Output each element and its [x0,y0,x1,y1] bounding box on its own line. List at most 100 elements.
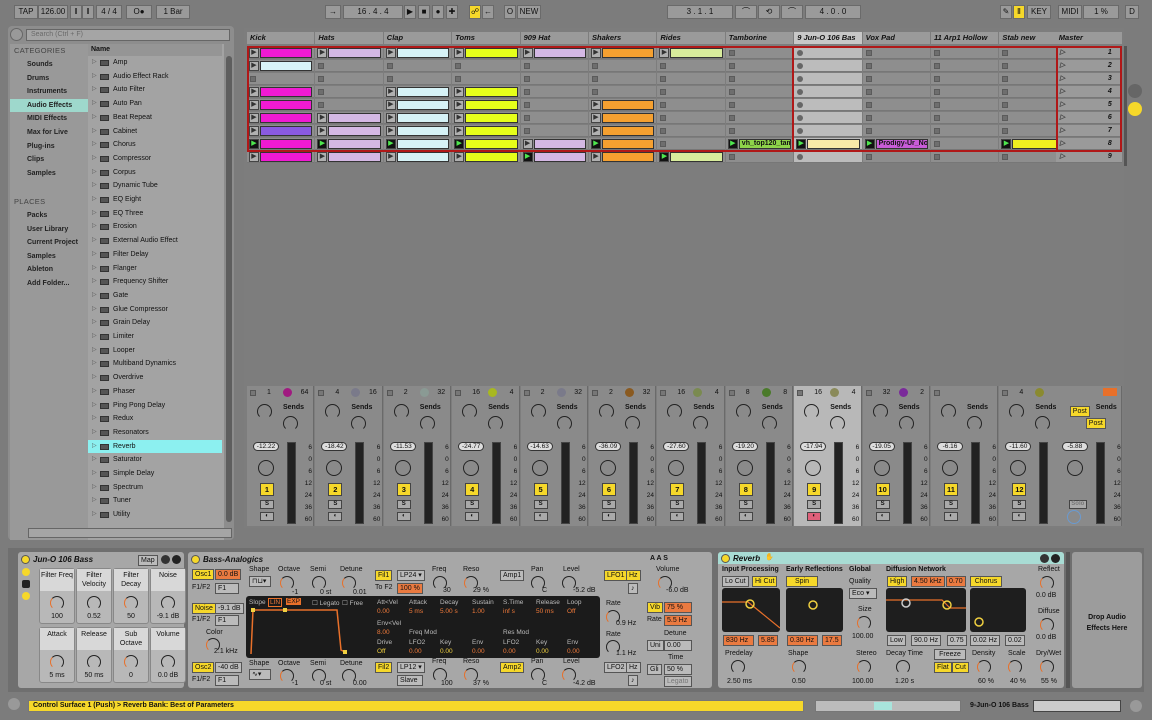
volume-value[interactable]: -27.60 [663,442,690,451]
clip[interactable] [602,100,655,110]
clip[interactable] [602,139,655,149]
key-map-button[interactable]: KEY [1027,5,1051,19]
expand-triangle-icon[interactable]: ▷ [92,125,97,139]
save-preset-icon[interactable] [1051,554,1060,563]
clip-stop-button-icon[interactable] [318,89,325,95]
clip-slot[interactable] [725,47,794,59]
back-to-arrangement-icon[interactable]: ← [482,5,494,19]
clip-slot[interactable] [520,73,588,85]
clip-slot[interactable]: ▶ [383,125,452,137]
clip-slot[interactable] [657,73,725,85]
clip[interactable] [465,87,518,97]
send-a-knob[interactable] [325,404,341,419]
device-power-icon[interactable] [21,555,30,564]
env-mod-value[interactable]: 0.00 [472,648,485,655]
env-param-value[interactable]: 5.00 s [440,608,458,615]
reflect-knob[interactable] [1040,576,1054,590]
osc1-semi-knob[interactable] [312,576,326,590]
solo-button[interactable]: S [738,500,753,509]
browser-item[interactable]: ▷ Glue Compressor [88,303,222,317]
clip-launch-icon[interactable]: ▶ [249,139,259,149]
clip-slot[interactable]: ▶ [520,138,588,150]
clip[interactable] [260,87,313,97]
solo-switch[interactable]: Solo [1068,500,1087,509]
env-param-value[interactable]: Off [567,608,576,615]
io-toggle[interactable] [250,390,256,396]
clip-stop-button-icon[interactable] [523,89,530,95]
overview-bar[interactable] [815,700,961,712]
clip-slot[interactable]: ▶ [247,99,315,111]
env-mod-value[interactable]: 0.00 [536,648,549,655]
expand-triangle-icon[interactable]: ▷ [92,371,97,385]
clip-slot[interactable] [520,125,588,137]
macro-knob-2[interactable]: Filter Velocity 0.52 [76,568,112,624]
category-sounds[interactable]: Sounds [10,58,88,71]
clip-slot[interactable] [315,73,383,85]
volume-value[interactable]: -11.53 [389,442,416,451]
browser-item[interactable]: ▷ EQ Three [88,207,222,221]
vibrato-rate[interactable]: 5.5 Hz [664,615,692,626]
clip[interactable] [465,48,518,58]
track-header[interactable]: 909 Hat [520,32,588,44]
high-shelf-button[interactable]: High [887,576,908,587]
clip-stop-button-icon[interactable] [1002,102,1009,108]
clip-slot[interactable] [383,60,452,72]
place-current-project[interactable]: Current Project [10,236,88,249]
browser-item[interactable]: ▷ Auto Pan [88,97,222,111]
expand-triangle-icon[interactable]: ▷ [92,344,97,358]
clip-launch-icon[interactable]: ▶ [317,139,328,149]
send-b-post-button[interactable]: Post [1085,418,1106,429]
pan-knob[interactable] [668,460,685,476]
low-shelf-button[interactable]: Low [887,635,906,646]
expand-triangle-icon[interactable]: ▷ [92,426,97,440]
clip-launch-icon[interactable]: ▶ [591,126,601,136]
lfo2-sync-note-icon[interactable]: ♪ [628,675,638,686]
pan-knob[interactable] [394,460,411,476]
clip[interactable] [260,139,313,149]
clip-launch-icon[interactable]: ▶ [385,152,396,162]
macro-knob-7[interactable]: Sub Octave 0 [113,627,149,683]
hot-swap-icon[interactable] [1040,554,1049,563]
pan-knob[interactable] [873,460,890,476]
osc1-toggle[interactable]: Osc1 [192,569,215,580]
clip-slot[interactable]: ▶ [383,112,452,124]
clip-launch-icon[interactable]: ▶ [454,100,465,110]
track-activator-button[interactable]: 11 [944,483,958,496]
clip-slot[interactable] [657,138,725,150]
macro-knob-icon[interactable] [50,596,64,610]
browser-item[interactable]: ▷ Chorus [88,138,222,152]
clip-stop-button-icon[interactable] [660,63,667,69]
clip-slot[interactable] [794,73,862,85]
clip-stop-button-icon[interactable] [865,115,872,121]
chorus-amount[interactable]: 0.02 [1005,635,1025,646]
flat-button[interactable]: Flat [934,662,952,673]
pan-knob[interactable] [258,460,274,476]
clip-stop-button-icon[interactable] [318,76,325,82]
clip-stop-button-icon[interactable] [318,63,325,69]
device-splitter[interactable] [1066,552,1070,688]
cue-out-button[interactable] [1102,388,1117,396]
clip-stop-button-icon[interactable] [660,115,667,121]
clip-slot[interactable] [862,151,930,163]
clip-stop-button-icon[interactable] [934,154,940,160]
expand-triangle-icon[interactable]: ▷ [92,248,97,262]
clip-record-button-icon[interactable] [797,154,804,160]
clip-record-button-icon[interactable] [797,76,804,82]
clip-stop-button-icon[interactable] [1002,89,1009,95]
clip-launch-icon[interactable]: ▶ [317,113,328,123]
expand-triangle-icon[interactable]: ▷ [92,399,97,413]
loop-icon[interactable]: ⟲ [758,5,780,19]
clip-slot[interactable] [931,151,999,163]
clip-slot[interactable] [931,60,999,72]
browser-item[interactable]: ▷ Erosion [88,220,222,234]
browser-item[interactable]: ▷ Limiter [88,330,222,344]
fil1-type-dropdown[interactable]: LP24 ▾ [397,570,425,581]
pan-knob[interactable] [942,460,958,476]
solo-button[interactable]: S [807,500,822,509]
env-mod-value[interactable]: 0.00 [440,648,453,655]
track-activator-button[interactable]: 3 [396,483,411,496]
clip[interactable] [260,61,313,71]
clip-slot[interactable] [862,125,930,137]
clip-stop-button-icon[interactable] [455,63,462,69]
clip-slot[interactable]: ▶ [247,138,315,150]
